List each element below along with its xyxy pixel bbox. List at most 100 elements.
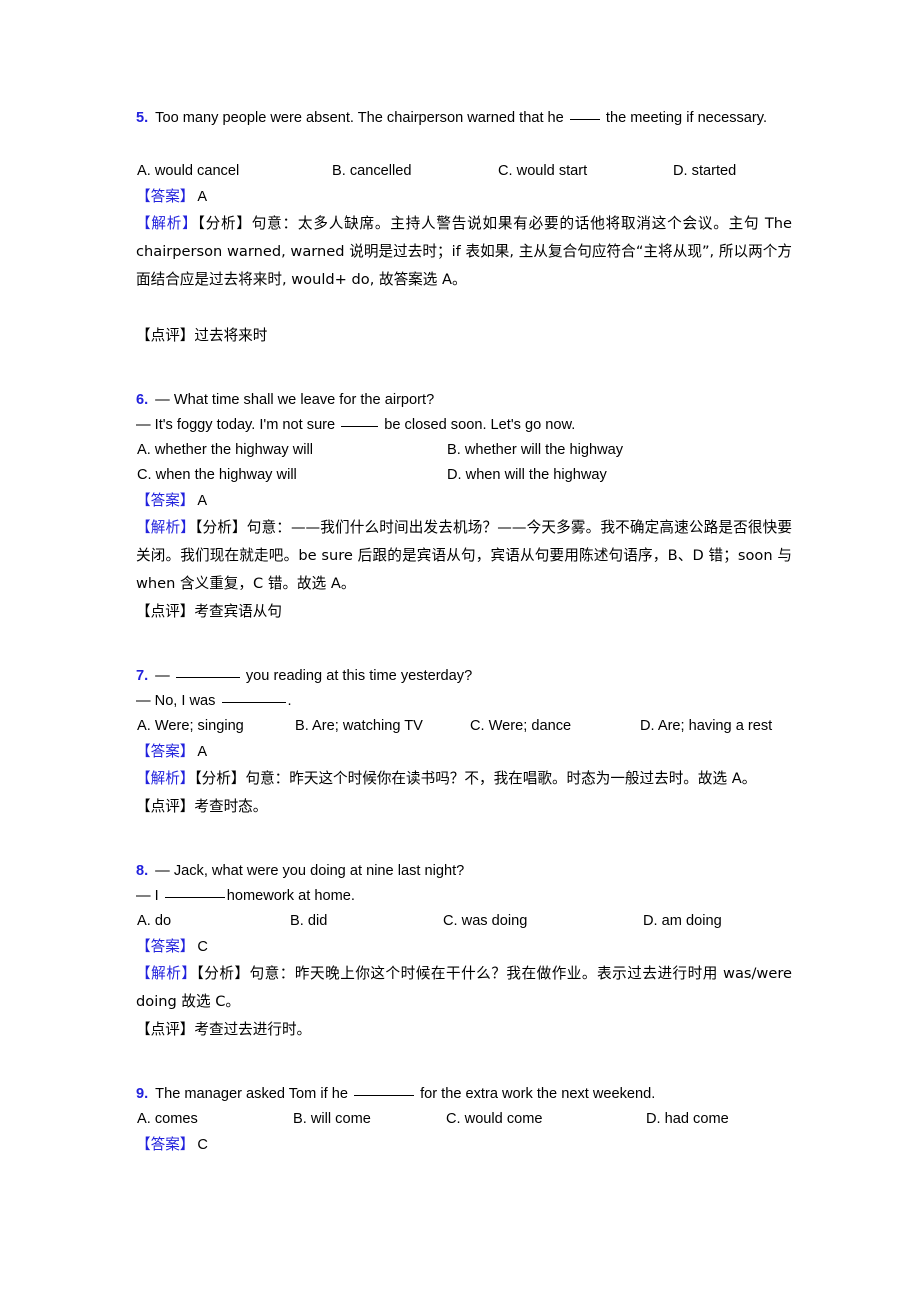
question-number-8: 8. (136, 863, 149, 879)
question-stem-9: 9. The manager asked Tom if he for the ex… (136, 1082, 792, 1107)
answer-line-9: 【答案】 C (136, 1132, 792, 1158)
question-stem-8-line2: — I homework at home. (136, 884, 792, 909)
answer-blank (175, 666, 240, 678)
option-b-9[interactable]: B. will come (293, 1107, 371, 1132)
analysis-line-7: 【解析】【分析】句意：昨天这个时候你在读书吗？不，我在唱歌。时态为一般过去时。故… (136, 765, 792, 793)
answer-blank (221, 691, 286, 703)
question-block-6: 6. — What time shall we leave for the air… (136, 388, 792, 626)
analysis-marker: 【解析】 (136, 215, 198, 232)
options-row-7: A. Were; singing B. Are; watching TV C. … (136, 714, 792, 739)
answer-marker: 【答案】 (136, 743, 195, 760)
dialog-line-2-before-7: — No, I was (136, 693, 220, 709)
analysis-marker: 【解析】 (136, 519, 195, 536)
question-block-9: 9. The manager asked Tom if he for the ex… (136, 1082, 792, 1158)
option-d-8[interactable]: D. am doing (643, 909, 722, 934)
analysis-text-7: 句意：昨天这个时候你在读书吗？不，我在唱歌。时态为一般过去时。故选 A。 (245, 770, 757, 787)
dialog-line-1-6: — What time shall we leave for the airpo… (155, 392, 435, 408)
option-c-5[interactable]: C. would start (498, 159, 587, 184)
dialog-line-1-after-7: you reading at this time yesterday? (241, 668, 473, 684)
dialog-line-2-after-8: homework at home. (226, 888, 355, 904)
option-d-7[interactable]: D. Are; having a rest (640, 714, 772, 739)
analysis-marker: 【解析】 (136, 965, 197, 982)
document-page: 5. Too many people were absent. The chair… (0, 0, 920, 1302)
option-b-5[interactable]: B. cancelled (332, 159, 412, 184)
options-row-9: A. comes B. will come C. would come D. h… (136, 1107, 792, 1132)
analysis-inner-marker: 【分析】 (195, 519, 247, 536)
dialog-line-2-after-6: be closed soon. Let's go now. (380, 417, 576, 433)
option-a-6[interactable]: A. whether the highway will (137, 438, 313, 463)
answer-line-8: 【答案】 C (136, 934, 792, 960)
comment-line-6: 【点评】考查宾语从句 (136, 598, 792, 626)
option-c-8[interactable]: C. was doing (443, 909, 527, 934)
comment-marker: 【点评】 (136, 1021, 195, 1038)
question-stem-6-line2: — It's foggy today. I'm not sure be clos… (136, 413, 792, 438)
answer-letter-6: A (197, 493, 208, 509)
analysis-inner-marker: 【分析】 (196, 965, 250, 982)
option-d-9[interactable]: D. had come (646, 1107, 729, 1132)
answer-blank (354, 1084, 415, 1096)
answer-line-5: 【答案】 A (136, 184, 792, 210)
dialog-line-2-after-7: . (287, 693, 292, 709)
answer-line-6: 【答案】 A (136, 488, 792, 514)
question-number-5: 5. (136, 110, 149, 126)
question-block-5: 5. Too many people were absent. The chair… (136, 106, 792, 350)
option-d-5[interactable]: D. started (673, 159, 736, 184)
answer-line-7: 【答案】 A (136, 739, 792, 765)
comment-marker: 【点评】 (136, 603, 195, 620)
answer-letter-9: C (197, 1137, 208, 1153)
stem-text-after-blank-9: for the extra work the next weekend. (416, 1086, 656, 1102)
answer-blank (569, 108, 600, 120)
comment-text-7: 考查时态。 (194, 798, 268, 815)
option-d-6[interactable]: D. when will the highway (447, 463, 607, 488)
question-block-8: 8. — Jack, what were you doing at nine la… (136, 859, 792, 1044)
dialog-line-1-8: — Jack, what were you doing at nine last… (155, 863, 465, 879)
option-b-6[interactable]: B. whether will the highway (447, 438, 623, 463)
option-a-8[interactable]: A. do (137, 909, 171, 934)
option-c-6[interactable]: C. when the highway will (137, 463, 297, 488)
option-a-9[interactable]: A. comes (137, 1107, 198, 1132)
dialog-line-2-before-8: — I (136, 888, 163, 904)
question-number-7: 7. (136, 668, 149, 684)
options-row-5: A. would cancel B. cancelled C. would st… (136, 159, 792, 184)
comment-text-6: 考查宾语从句 (194, 603, 282, 620)
analysis-line-6: 【解析】【分析】句意：——我们什么时间出发去机场？——今天多雾。我不确定高速公路… (136, 514, 792, 598)
comment-text-8: 考查过去进行时。 (194, 1021, 312, 1038)
analysis-inner-marker: 【分析】 (197, 215, 252, 232)
question-stem-7-line1: 7. — you reading at this time yesterday? (136, 664, 792, 689)
option-b-8[interactable]: B. did (290, 909, 327, 934)
analysis-inner-marker: 【分析】 (194, 770, 246, 787)
answer-blank (164, 886, 225, 898)
comment-marker: 【点评】 (136, 327, 195, 344)
comment-text-5: 过去将来时 (194, 327, 268, 344)
question-stem-5: 5. Too many people were absent. The chair… (136, 106, 792, 131)
question-number-9: 9. (136, 1086, 149, 1102)
options-row-6: A. whether the highway will B. whether w… (136, 438, 792, 488)
option-b-7[interactable]: B. Are; watching TV (295, 714, 423, 739)
dialog-line-1-before-7: — (155, 668, 174, 684)
answer-marker: 【答案】 (136, 492, 195, 509)
stem-text-before-blank-9: The manager asked Tom if he (155, 1086, 353, 1102)
stem-text-after-blank: the meeting if necessary. (601, 110, 768, 126)
answer-blank (341, 415, 379, 427)
comment-marker: 【点评】 (136, 798, 195, 815)
option-c-9[interactable]: C. would come (446, 1107, 543, 1132)
question-stem-8-line1: 8. — Jack, what were you doing at nine la… (136, 859, 792, 884)
stem-text-before-blank: Too many people were absent. The chairpe… (155, 110, 568, 126)
answer-marker: 【答案】 (136, 938, 195, 955)
options-row-8: A. do B. did C. was doing D. am doing (136, 909, 792, 934)
analysis-line-8: 【解析】【分析】句意：昨天晚上你这个时候在干什么？我在做作业。表示过去进行时用 … (136, 960, 792, 1016)
question-stem-7-line2: — No, I was . (136, 689, 792, 714)
option-a-5[interactable]: A. would cancel (137, 159, 239, 184)
answer-marker: 【答案】 (136, 1136, 195, 1153)
analysis-line-5: 【解析】【分析】句意：太多人缺席。主持人警告说如果有必要的话他将取消这个会议。主… (136, 210, 792, 294)
answer-letter-8: C (197, 939, 208, 955)
comment-line-7: 【点评】考查时态。 (136, 793, 792, 821)
question-block-7: 7. — you reading at this time yesterday? … (136, 664, 792, 821)
analysis-marker: 【解析】 (136, 770, 195, 787)
document-content: 5. Too many people were absent. The chair… (136, 106, 792, 1158)
option-a-7[interactable]: A. Were; singing (137, 714, 244, 739)
answer-letter-7: A (197, 744, 208, 760)
comment-line-8: 【点评】考查过去进行时。 (136, 1016, 792, 1044)
comment-line-5: 【点评】过去将来时 (136, 322, 792, 350)
option-c-7[interactable]: C. Were; dance (470, 714, 571, 739)
